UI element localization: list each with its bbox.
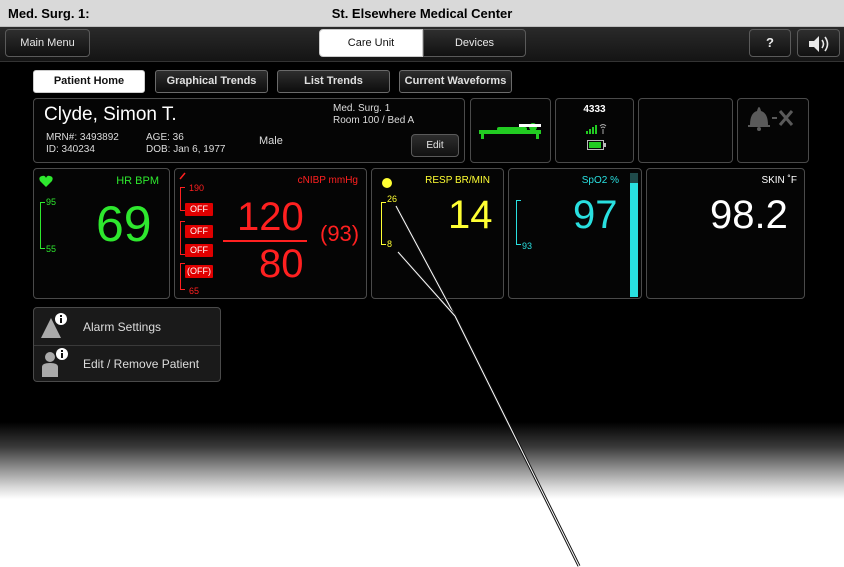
nibp-bracket-2 (180, 221, 185, 255)
nibp-systolic: 120 (237, 195, 304, 239)
hr-tile[interactable]: HR BPM 95 55 69 (33, 168, 170, 299)
alarm-settings-item[interactable]: Alarm Settings (34, 308, 220, 346)
nibp-tile[interactable]: cNIBP mmHg 190 OFF OFF OFF (OFF) 65 120 … (174, 168, 367, 299)
tab-list-trends[interactable]: List Trends (277, 70, 390, 93)
skin-temp-label: SKIN ˚F (761, 175, 797, 186)
quick-menu: Alarm Settings Edit / Remove Patient (33, 307, 221, 382)
skin-temp-value: 98.2 (710, 193, 788, 237)
monitor-screen: Main Menu Care Unit Devices ? Patient Ho… (0, 27, 844, 500)
hr-high-limit: 95 (46, 197, 57, 207)
top-nav: Main Menu Care Unit Devices ? (0, 27, 844, 62)
patient-info-icon (42, 348, 68, 377)
speaker-icon (809, 36, 829, 52)
empty-status-panel (638, 98, 733, 163)
care-unit-label: Care Unit (347, 37, 395, 49)
spo2-label: SpO2 % (581, 175, 619, 186)
help-label: ? (766, 35, 774, 50)
alarm-status-panel[interactable] (737, 98, 809, 163)
main-menu-button[interactable]: Main Menu (5, 29, 90, 57)
edit-label: Edit (426, 140, 444, 151)
skin-temp-tile[interactable]: SKIN ˚F 98.2 (646, 168, 805, 299)
resp-low-limit: 8 (387, 239, 393, 249)
resp-alarm-bracket (381, 202, 386, 245)
tab-current-waveforms[interactable]: Current Waveforms (399, 70, 512, 93)
patient-mrn: MRN#: 3493892 (46, 132, 119, 143)
tab-patient-home-label: Patient Home (53, 75, 125, 87)
resp-high-limit: 26 (387, 194, 398, 204)
alarm-silenced-icon (748, 107, 794, 131)
patient-dob: DOB: Jan 6, 1977 (146, 144, 226, 155)
resp-tile[interactable]: RESP BR/MIN 26 8 14 (371, 168, 504, 299)
edit-remove-patient-item[interactable]: Edit / Remove Patient (34, 346, 220, 381)
help-button[interactable]: ? (749, 29, 791, 57)
tab-graphical-trends-label: Graphical Trends (166, 75, 257, 87)
patient-id: ID: 340234 (46, 144, 95, 155)
patient-unit: Med. Surg. 1 (333, 103, 391, 114)
tab-graphical-trends[interactable]: Graphical Trends (155, 70, 268, 93)
nibp-off-badge-4: (OFF) (185, 265, 213, 278)
hr-low-limit: 55 (46, 244, 57, 254)
hospital-title: St. Elsewhere Medical Center (331, 6, 513, 21)
nibp-off-badge-3: OFF (185, 244, 213, 257)
devices-segment[interactable]: Devices (423, 29, 526, 57)
spo2-low-limit: 93 (522, 241, 533, 251)
tab-current-waveforms-label: Current Waveforms (404, 75, 507, 87)
nibp-label: cNIBP mmHg (297, 175, 358, 186)
main-menu-label: Main Menu (20, 37, 75, 49)
patient-info-panel: Clyde, Simon T. MRN#: 3493892 ID: 340234… (33, 98, 465, 163)
patient-sex: Male (259, 135, 283, 147)
patient-age: AGE: 36 (146, 132, 184, 143)
nibp-off-badge-1: OFF (185, 203, 213, 216)
hr-alarm-bracket (40, 202, 45, 249)
hr-value: 69 (96, 196, 152, 252)
spo2-alarm-bracket (516, 200, 521, 245)
nibp-bracket-3 (180, 263, 185, 290)
sound-button[interactable] (797, 29, 840, 57)
title-bar: Med. Surg. 1: St. Elsewhere Medical Cent… (0, 0, 844, 27)
bed-icon (479, 123, 541, 139)
device-number: 4333 (583, 104, 606, 115)
signal-icon (586, 124, 607, 134)
edit-patient-button[interactable]: Edit (411, 134, 459, 157)
tab-patient-home[interactable]: Patient Home (33, 70, 145, 93)
nibp-off-badge-2: OFF (185, 225, 213, 238)
nibp-high-limit: 190 (189, 183, 205, 193)
hr-label: HR BPM (116, 175, 159, 187)
bed-status-panel[interactable] (470, 98, 551, 163)
spo2-tile[interactable]: SpO2 % 93 97 (508, 168, 642, 299)
nibp-mean: (93) (320, 221, 360, 246)
nibp-bracket-1 (180, 187, 185, 211)
care-unit-segment[interactable]: Care Unit (319, 29, 423, 57)
resp-indicator-dot (382, 178, 392, 188)
spo2-level-bar (630, 183, 638, 297)
resp-label: RESP BR/MIN (425, 175, 490, 186)
heart-icon (39, 175, 53, 187)
alarm-settings-icon (41, 313, 67, 338)
edit-remove-patient-label: Edit / Remove Patient (83, 357, 200, 371)
alarm-settings-label: Alarm Settings (83, 320, 162, 334)
nibp-diastolic: 80 (259, 242, 304, 286)
nibp-low-limit: 65 (189, 286, 200, 296)
device-status-panel[interactable]: 4333 (555, 98, 634, 163)
tab-list-trends-label: List Trends (304, 75, 363, 87)
resp-value: 14 (448, 193, 493, 237)
spo2-level-track (630, 173, 638, 297)
devices-label: Devices (454, 37, 495, 49)
spo2-value: 97 (573, 193, 618, 237)
pressure-cuff-icon (179, 172, 186, 180)
battery-icon (587, 140, 606, 150)
patient-room: Room 100 / Bed A (333, 115, 415, 126)
patient-name: Clyde, Simon T. (44, 104, 177, 125)
